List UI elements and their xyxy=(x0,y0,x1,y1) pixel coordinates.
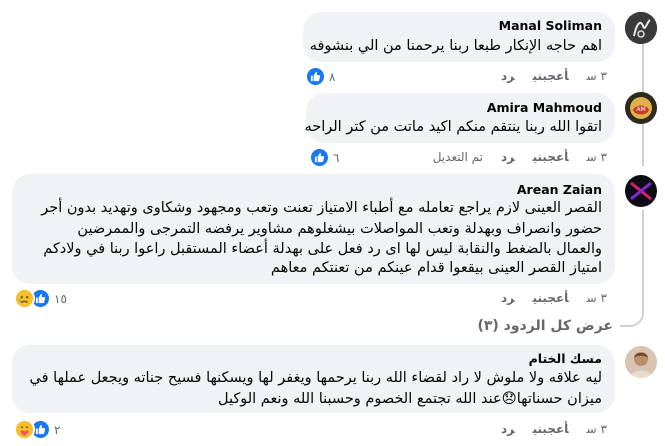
reaction-count: ٦ xyxy=(333,150,340,165)
avatar[interactable] xyxy=(625,346,657,378)
comment-time[interactable]: ٣ س xyxy=(587,422,607,436)
like-reaction-icon xyxy=(309,147,330,168)
reply-button[interactable]: رد xyxy=(501,150,515,164)
comment-text: اهم حاجه الإنكار طبعا ربنا يرحمنا من الي… xyxy=(309,38,602,54)
comment-text-line: امتياز القصر العينى بيقعوا قدام عينكم من… xyxy=(270,260,602,276)
like-button[interactable]: أعجبني xyxy=(533,291,569,305)
comment-actions: ٣ س أعجبني رد تم التعديل xyxy=(415,150,607,164)
reply-button[interactable]: رد xyxy=(501,69,515,83)
like-button[interactable]: أعجبني xyxy=(533,422,569,436)
comment-time[interactable]: ٣ س xyxy=(587,69,607,83)
reaction-summary[interactable]: ٢ xyxy=(14,419,60,440)
like-reaction-icon xyxy=(305,66,326,87)
comment-actions: ٣ س أعجبني رد xyxy=(483,291,607,305)
reaction-summary[interactable]: ٦ xyxy=(309,147,339,168)
reply-button[interactable]: رد xyxy=(501,422,515,436)
reaction-summary[interactable]: ١٥ xyxy=(14,288,67,309)
svg-text:AM: AM xyxy=(636,106,645,113)
comment-text-line: ليه علاقه ولا ملوش لا راد لقضاء الله ربن… xyxy=(29,370,602,386)
comment-text-line: حضور وانصراف وبهدلة وتعب المواصلات بيشغل… xyxy=(77,221,602,237)
edited-label: تم التعديل xyxy=(432,150,483,164)
comment-bubble: مسك الختام ليه علاقه ولا ملوش لا راد لقض… xyxy=(12,345,615,413)
comment-time[interactable]: ٣ س xyxy=(587,150,607,164)
sad-reaction-icon xyxy=(14,288,35,309)
reaction-count: ٨ xyxy=(329,69,336,84)
comment-author[interactable]: Arean Zaian xyxy=(517,182,602,197)
comment-time[interactable]: ٣ س xyxy=(587,291,607,305)
reaction-summary[interactable]: ٨ xyxy=(305,66,335,87)
care-reaction-icon xyxy=(14,419,35,440)
comment-text-line: القصر العينى لازم يراجع تعامله مع أطباء … xyxy=(41,200,602,216)
comment-actions: ٣ س أعجبني رد xyxy=(483,422,607,436)
comment-bubble: Amira Mahmoud اتقوا الله ربنا ينتقم منكم… xyxy=(304,93,615,143)
reaction-count: ١٥ xyxy=(54,291,67,306)
avatar[interactable]: AM xyxy=(625,92,657,124)
like-button[interactable]: أعجبني xyxy=(533,150,569,164)
avatar[interactable] xyxy=(625,12,657,44)
view-more-replies[interactable]: عرض كل الردود (٣) xyxy=(477,318,613,334)
like-button[interactable]: أعجبني xyxy=(533,69,569,83)
comment-text-line: ميزان حسناتها😞عند الله تجتمع الخصوم وحسب… xyxy=(218,391,602,407)
comment-text-line: والعمال بالضغط والنقابة ليس لها اى رد فع… xyxy=(43,241,602,257)
comment-author[interactable]: Manal Soliman xyxy=(499,18,602,33)
comment-author[interactable]: Amira Mahmoud xyxy=(487,100,602,115)
reaction-count: ٢ xyxy=(54,422,61,437)
comment-bubble: Arean Zaian القصر العينى لازم يراجع تعام… xyxy=(12,174,615,284)
comment-bubble: Manal Soliman اهم حاجه الإنكار طبعا ربنا… xyxy=(303,12,615,62)
avatar[interactable] xyxy=(625,175,657,207)
reply-button[interactable]: رد xyxy=(501,291,515,305)
comment-author[interactable]: مسك الختام xyxy=(529,351,602,366)
thread-curve xyxy=(620,295,644,327)
comment-text: اتقوا الله ربنا ينتقم منكم اكيد ماتت من … xyxy=(304,119,603,135)
comment-actions: ٣ س أعجبني رد xyxy=(483,69,607,83)
